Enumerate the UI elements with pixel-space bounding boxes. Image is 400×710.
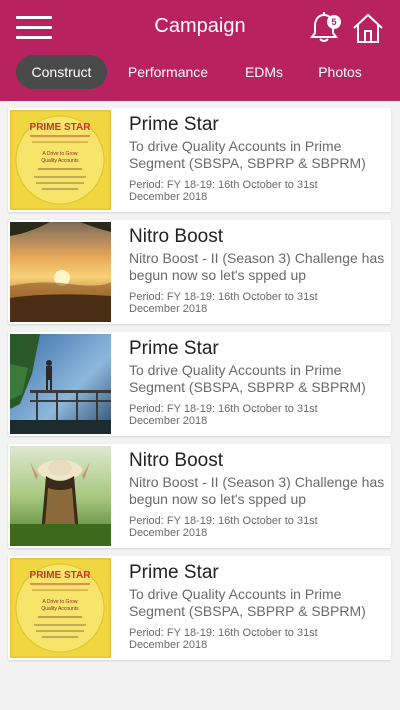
- tab-photos[interactable]: Photos: [310, 55, 370, 89]
- poster-heading: PRIME STAR: [30, 570, 92, 581]
- campaign-thumbnail: [10, 222, 111, 322]
- campaign-title: Prime Star: [129, 562, 219, 583]
- poster-line: Quality Accounts: [41, 158, 79, 164]
- home-icon[interactable]: [350, 10, 386, 46]
- tab-construct[interactable]: Construct: [16, 55, 107, 89]
- campaign-thumbnail: [10, 334, 111, 434]
- campaign-title: Nitro Boost: [129, 226, 223, 247]
- campaign-period: Period: FY 18-19: 16th October to 31st D…: [129, 179, 318, 203]
- campaign-thumbnail: [10, 446, 111, 546]
- campaign-title: Nitro Boost: [129, 450, 223, 471]
- notification-badge: 5: [327, 15, 341, 29]
- campaign-period: Period: FY 18-19: 16th October to 31st D…: [129, 291, 318, 315]
- campaign-card[interactable]: Nitro Boost Nitro Boost - II (Season 3) …: [8, 220, 391, 324]
- campaign-description: Nitro Boost - II (Season 3) Challenge ha…: [129, 474, 385, 507]
- poster-line: A Drive to Grow: [42, 599, 77, 605]
- tab-performance[interactable]: Performance: [120, 55, 216, 89]
- campaign-period: Period: FY 18-19: 16th October to 31st D…: [129, 627, 318, 651]
- poster-line: Quality Accounts: [41, 606, 79, 612]
- campaign-card[interactable]: PRIME STAR A Drive to Grow Quality Accou…: [8, 556, 391, 660]
- campaign-title: Prime Star: [129, 338, 219, 359]
- campaign-title: Prime Star: [129, 114, 219, 135]
- campaign-thumbnail: PRIME STAR A Drive to Grow Quality Accou…: [10, 558, 111, 658]
- poster-heading: PRIME STAR: [30, 122, 92, 133]
- app-header: Campaign 5 Construct Performance EDMs Ph…: [0, 0, 400, 101]
- campaign-period: Period: FY 18-19: 16th October to 31st D…: [129, 515, 318, 539]
- tab-edms[interactable]: EDMs: [236, 55, 292, 89]
- campaign-period: Period: FY 18-19: 16th October to 31st D…: [129, 403, 318, 427]
- campaign-thumbnail: PRIME STAR A Drive to Grow Quality Accou…: [10, 110, 111, 210]
- campaign-description: Nitro Boost - II (Season 3) Challenge ha…: [129, 250, 385, 283]
- campaign-card[interactable]: PRIME STAR A Drive to Grow Quality Accou…: [8, 108, 391, 212]
- campaign-card[interactable]: Prime Star To drive Quality Accounts in …: [8, 332, 391, 436]
- campaign-card[interactable]: Nitro Boost Nitro Boost - II (Season 3) …: [8, 444, 391, 548]
- campaign-description: To drive Quality Accounts in Prime Segme…: [129, 586, 366, 619]
- poster-line: A Drive to Grow: [42, 151, 77, 157]
- campaign-description: To drive Quality Accounts in Prime Segme…: [129, 362, 366, 395]
- campaign-description: To drive Quality Accounts in Prime Segme…: [129, 138, 366, 171]
